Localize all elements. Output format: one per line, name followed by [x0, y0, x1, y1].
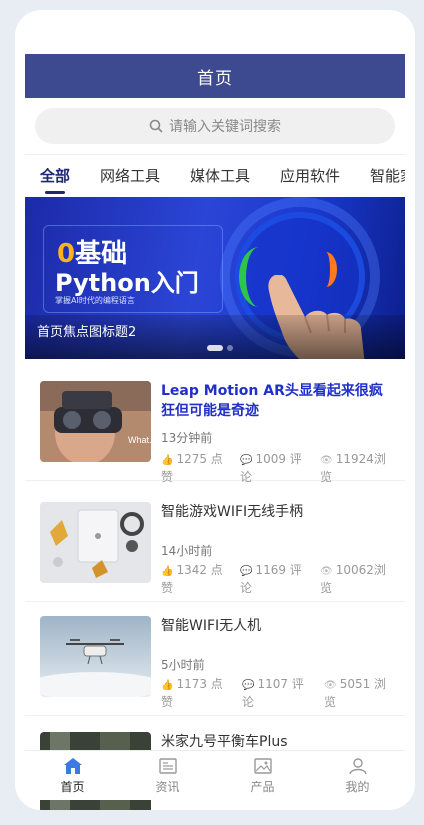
article-item[interactable]: 智能WIFI无人机 5小时前 👍 1173 点赞 💬 1107 评论 👁 5051 浏… [25, 602, 405, 716]
tabbar-news[interactable]: 资讯 [120, 751, 215, 800]
tab-media-tools[interactable]: 媒体工具 [190, 165, 250, 186]
banner-tagline: 掌握AI时代的编程语言 [55, 296, 135, 305]
article-thumbnail [40, 502, 151, 583]
banner-caption: 首页焦点图标题2 [37, 325, 137, 340]
article-time: 5小时前 [161, 658, 205, 672]
tab-active-indicator [45, 191, 65, 194]
views-count: 👁 11924浏览 [320, 452, 386, 484]
news-icon [158, 757, 177, 774]
search-input[interactable]: 请输入关键词搜索 [35, 108, 395, 144]
thumbs-up-icon: 👍 [161, 680, 174, 691]
tab-all[interactable]: 全部 [40, 165, 70, 186]
comments-count: 💬 1107 评论 [242, 677, 304, 709]
home-icon [63, 757, 82, 774]
views-count: 👁 10062浏览 [320, 563, 386, 595]
article-title[interactable]: Leap Motion AR头显看起来很疯 狂但可能是奇迹 [161, 381, 393, 421]
likes-count: 👍 1342 点赞 [161, 563, 223, 595]
page-header: 首页 [25, 54, 405, 98]
eye-icon: 👁 [320, 455, 333, 466]
eye-icon: 👁 [320, 566, 333, 577]
carousel-dot[interactable] [227, 345, 233, 351]
banner-subheadline: Python入门 [55, 269, 199, 297]
article-title[interactable]: 智能游戏WIFI无线手柄 [161, 502, 393, 522]
article-title[interactable]: 智能WIFI无人机 [161, 616, 393, 636]
views-count: 👁 5051 浏览 [324, 677, 387, 709]
tab-smart-home[interactable]: 智能家 [370, 165, 405, 186]
image-icon [253, 757, 272, 774]
tabbar-home[interactable]: 首页 [25, 751, 120, 800]
search-icon [149, 119, 163, 133]
search-placeholder: 请输入关键词搜索 [169, 119, 281, 135]
comment-icon: 💬 [240, 455, 253, 466]
article-thumbnail: What. [40, 381, 151, 462]
likes-count: 👍 1275 点赞 [161, 452, 223, 484]
tabbar-me[interactable]: 我的 [310, 751, 405, 800]
article-thumbnail [40, 616, 151, 697]
phone-frame: 首页 请输入关键词搜索 全部 网络工具 媒体工具 应用软件 智能家 0基础 Py… [15, 10, 415, 810]
banner-carousel[interactable]: 0基础 Python入门 掌握AI时代的编程语言 首页焦点图标题2 [25, 197, 405, 359]
carousel-dot-active[interactable] [207, 345, 223, 351]
article-item[interactable]: 智能游戏WIFI无线手柄 14小时前 👍 1342 点赞 💬 1169 评论 👁 10… [25, 488, 405, 602]
article-title[interactable]: 米家九号平衡车Plus [161, 732, 393, 752]
user-icon [348, 757, 367, 774]
thumbs-up-icon: 👍 [161, 566, 174, 577]
page-title: 首页 [197, 68, 233, 89]
svg-text:What.: What. [128, 435, 151, 445]
article-item[interactable]: What. Leap Motion AR头显看起来很疯 狂但可能是奇迹 13分钟… [25, 367, 405, 484]
comment-icon: 💬 [242, 680, 255, 691]
eye-icon: 👁 [324, 680, 337, 691]
article-time: 14小时前 [161, 544, 213, 558]
bottom-tab-bar: 首页 资讯 产品 我的 [25, 750, 405, 800]
comments-count: 💬 1009 评论 [240, 452, 302, 484]
comments-count: 💬 1169 评论 [240, 563, 302, 595]
likes-count: 👍 1173 点赞 [161, 677, 223, 709]
category-tabs: 全部 网络工具 媒体工具 应用软件 智能家 [25, 154, 405, 194]
article-time: 13分钟前 [161, 431, 213, 445]
comment-icon: 💬 [240, 566, 253, 577]
tab-apps[interactable]: 应用软件 [280, 165, 340, 186]
tab-network-tools[interactable]: 网络工具 [100, 165, 160, 186]
thumbs-up-icon: 👍 [161, 455, 174, 466]
tabbar-products[interactable]: 产品 [215, 751, 310, 800]
